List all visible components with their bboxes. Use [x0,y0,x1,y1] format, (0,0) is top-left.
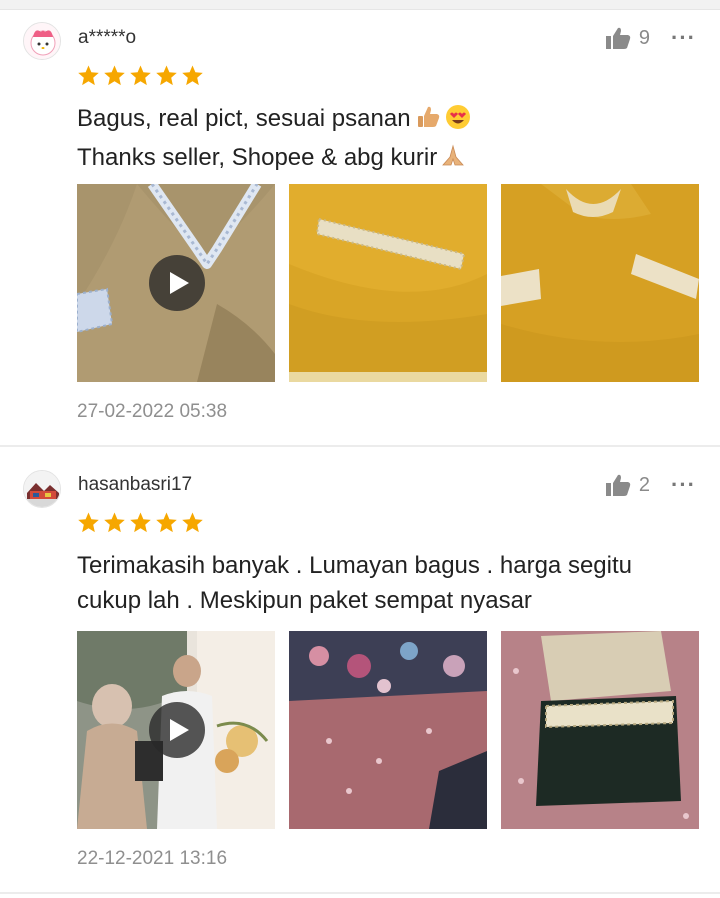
review-separator [0,892,720,894]
review-text: Bagus, real pict, sesuai psanan Thanks s… [77,101,697,179]
star-icon [104,512,125,533]
thumbs-up-emoji [415,104,441,140]
star-icon [182,65,203,86]
more-options-button[interactable]: ··· [671,27,696,49]
like-button[interactable]: 9 [605,26,650,50]
thumbs-up-icon [605,27,631,49]
reviewer-username: hasanbasri17 [78,474,193,495]
review-photo[interactable] [289,631,487,829]
review-text-line: Bagus, real pict, sesuai psanan [77,101,697,140]
review-text-line-1: Bagus, real pict, sesuai psanan [77,105,411,132]
review-date: 27-02-2022 05:38 [77,401,228,422]
more-options-button[interactable]: ··· [671,474,696,496]
review-video-thumbnail[interactable] [77,631,275,829]
review-text: Terimakasih banyak . Lumayan bagus . har… [77,548,697,618]
review-photo[interactable] [501,184,699,382]
play-button[interactable] [149,702,205,758]
star-icon [156,65,177,86]
review-card: hasanbasri17 2 ··· Terimakasih banyak . … [0,447,720,892]
review-video-thumbnail[interactable] [77,184,275,382]
rating-stars [77,511,204,534]
like-count: 2 [638,473,650,496]
star-icon [130,65,151,86]
star-icon [156,512,177,533]
reviewer-username: a*****o [78,27,137,48]
rating-stars [77,64,204,87]
review-text-line: Thanks seller, Shopee & abg kurir [77,140,697,179]
star-icon [78,512,99,533]
avatar[interactable] [23,22,61,60]
folded-hands-emoji [439,143,467,179]
thumbs-up-icon [605,474,631,496]
star-icon [182,512,203,533]
like-button[interactable]: 2 [605,473,650,497]
review-media-gallery [77,184,699,382]
play-button[interactable] [149,255,205,311]
star-icon [78,65,99,86]
star-icon [104,65,125,86]
review-photo[interactable] [501,631,699,829]
review-text-line-1: Terimakasih banyak . Lumayan bagus . har… [77,552,632,579]
review-text-line-2: cukup lah . Meskipun paket sempat nyasar [77,587,532,614]
star-icon [130,512,151,533]
play-icon [170,272,189,294]
review-date: 22-12-2021 13:16 [77,848,228,869]
review-text-line-2: Thanks seller, Shopee & abg kurir [77,144,438,171]
avatar[interactable] [23,470,61,508]
like-count: 9 [638,26,650,49]
review-card: a*****o 9 ··· Bagus, real pict, sesuai p… [0,11,720,445]
review-media-gallery [77,631,699,829]
heart-eyes-emoji [445,104,471,140]
play-icon [170,719,189,741]
review-photo[interactable] [289,184,487,382]
top-divider [0,0,720,10]
